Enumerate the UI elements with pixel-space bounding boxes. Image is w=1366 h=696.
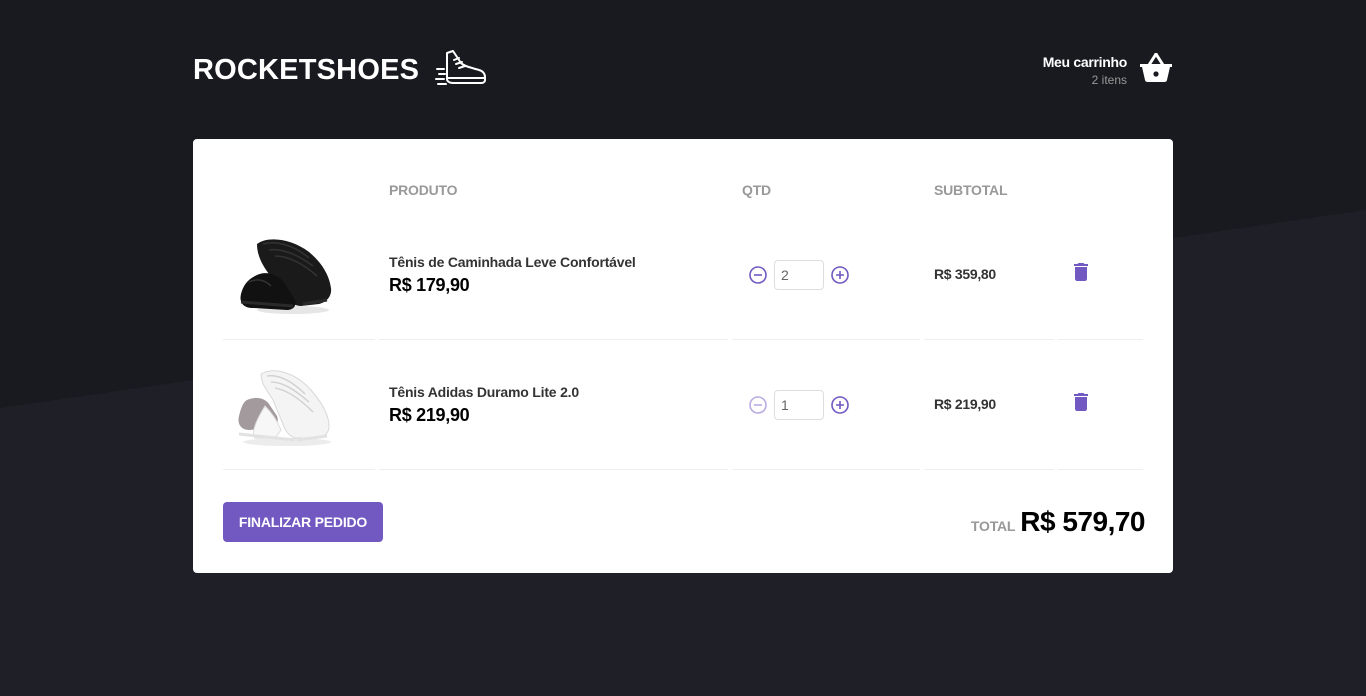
subtotal-value: R$ 219,90 (934, 395, 996, 412)
logo-text: ROCKETSHOES (193, 53, 420, 86)
actions-cell (1058, 210, 1143, 340)
quantity-input[interactable] (774, 389, 824, 420)
cart-footer: FINALIZAR PEDIDO TOTAL R$ 579,70 (223, 502, 1146, 542)
product-price: R$ 179,90 (389, 274, 470, 295)
table-row: Tênis de Caminhada Leve Confortável R$ 1… (223, 210, 1143, 340)
minus-circle-icon (749, 395, 767, 414)
product-price: R$ 219,90 (389, 404, 470, 425)
app: ROCKETSHOES Meu carrinho 2 itens PRODUTO… (193, 0, 1173, 573)
header-image (223, 169, 375, 210)
delete-button[interactable] (1074, 393, 1088, 414)
quantity-input[interactable] (774, 259, 824, 290)
product-image-cell (223, 210, 375, 340)
product-name: Tênis Adidas Duramo Lite 2.0 (389, 383, 579, 400)
cart-count: 2 itens (1091, 72, 1127, 87)
subtotal-value: R$ 359,80 (934, 265, 996, 282)
table-header-row: PRODUTO QTD SUBTOTAL (223, 169, 1143, 210)
product-image-cell (223, 340, 375, 470)
delete-button[interactable] (1074, 263, 1088, 284)
header: ROCKETSHOES Meu carrinho 2 itens (193, 47, 1173, 93)
total: TOTAL R$ 579,70 (970, 506, 1146, 538)
product-table: PRODUTO QTD SUBTOTAL Tênis de Caminhada … (219, 169, 1147, 470)
sneaker-icon (435, 49, 487, 92)
quantity-cell (732, 210, 920, 340)
subtotal-cell: R$ 219,90 (924, 340, 1054, 470)
product-info-cell: Tênis Adidas Duramo Lite 2.0 R$ 219,90 (379, 340, 728, 470)
plus-circle-icon (831, 265, 849, 284)
total-label: TOTAL (970, 518, 1016, 534)
decrement-button[interactable] (748, 395, 768, 415)
basket-icon (1139, 52, 1173, 88)
header-actions (1058, 169, 1143, 210)
header-product: PRODUTO (389, 182, 458, 198)
total-value: R$ 579,70 (1020, 506, 1145, 537)
cart-link[interactable]: Meu carrinho 2 itens (1042, 52, 1173, 88)
table-row: Tênis Adidas Duramo Lite 2.0 R$ 219,90 1… (223, 340, 1143, 470)
plus-circle-icon (831, 395, 849, 414)
increment-button[interactable] (830, 265, 850, 285)
white-sneaker-image (238, 369, 331, 446)
header-subtotal: SUBTOTAL (934, 182, 1008, 198)
trash-icon (1074, 263, 1088, 281)
quantity-cell (732, 340, 920, 470)
product-name: Tênis de Caminhada Leve Confortável (389, 253, 636, 270)
quantity-stepper (748, 389, 910, 420)
decrement-button[interactable] (748, 265, 768, 285)
quantity-stepper (748, 259, 910, 290)
minus-circle-icon (749, 265, 767, 284)
trash-icon (1074, 393, 1088, 411)
cart-container: PRODUTO QTD SUBTOTAL Tênis de Caminhada … (193, 139, 1173, 573)
black-sneaker-image (240, 238, 332, 314)
header-quantity: QTD (742, 182, 771, 198)
cart-texts: Meu carrinho 2 itens (1042, 53, 1128, 87)
logo-link[interactable]: ROCKETSHOES (193, 49, 487, 92)
cart-title: Meu carrinho (1042, 53, 1128, 70)
increment-button[interactable] (830, 395, 850, 415)
product-info-cell: Tênis de Caminhada Leve Confortável R$ 1… (379, 210, 728, 340)
subtotal-cell: R$ 359,80 (924, 210, 1054, 340)
actions-cell (1058, 340, 1143, 470)
finish-order-button[interactable]: FINALIZAR PEDIDO (223, 502, 383, 542)
